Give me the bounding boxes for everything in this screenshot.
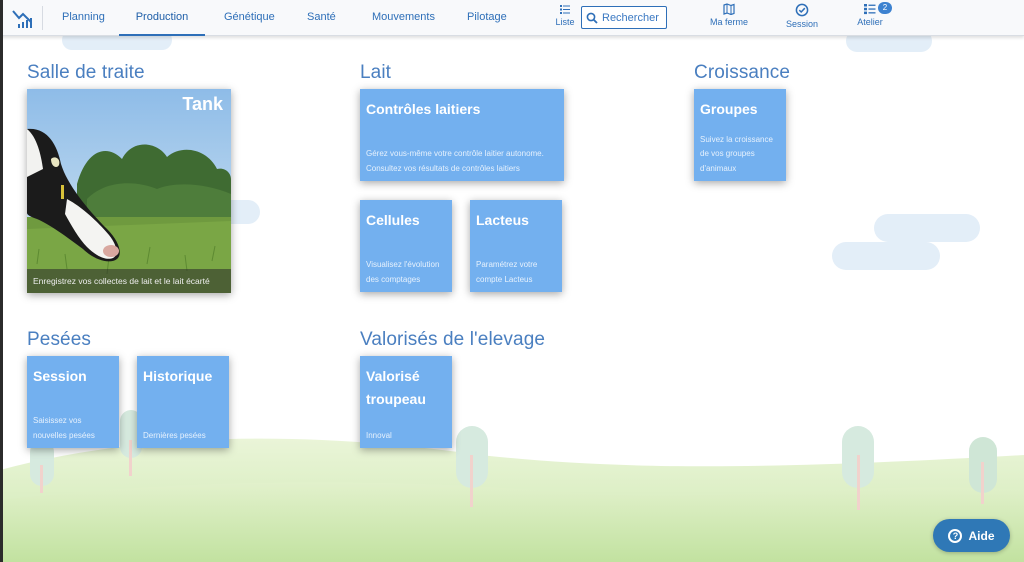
tab-mouvements[interactable]: Mouvements [372, 0, 435, 36]
historique-title: Historique [143, 368, 213, 384]
help-label: Aide [968, 528, 995, 543]
controles-laitiers-description: Gérez vous-même votre contrôle laitier a… [366, 149, 544, 173]
cellules-card[interactable]: Cellules Visualisez l'évolution des comp… [360, 200, 452, 292]
session-pesees-card[interactable]: Session Saisissez vos nouvelles pesées [27, 356, 119, 448]
session-button[interactable]: Session [783, 3, 821, 29]
top-navigation-bar: Planning Production Génétique Santé Mouv… [0, 0, 1024, 36]
cow-grazing-image [27, 89, 231, 293]
help-button[interactable]: ? Aide [933, 519, 1010, 552]
cellules-description: Visualisez l'évolution des comptages [366, 260, 440, 284]
atelier-count-badge: 2 [878, 2, 892, 14]
window-frame [0, 0, 3, 562]
section-title-lait: Lait [360, 62, 392, 83]
tab-pilotage[interactable]: Pilotage [467, 0, 507, 36]
lacteus-card[interactable]: Lacteus Paramétrez votre compte Lacteus [470, 200, 562, 292]
cellules-title: Cellules [366, 212, 420, 228]
help-question-icon: ? [948, 528, 963, 543]
ma-ferme-button[interactable]: Ma ferme [706, 3, 752, 27]
groupes-description: Suivez la croissance de vos groupes d'an… [700, 134, 773, 173]
map-icon [723, 3, 735, 15]
list-icon [560, 5, 570, 14]
section-title-croissance: Croissance [694, 62, 791, 83]
session-check-icon [795, 3, 809, 17]
session-pesees-title: Session [33, 368, 87, 384]
valorise-troupeau-description: Innoval [366, 430, 392, 440]
groupes-card[interactable]: Groupes Suivez la croissance de vos grou… [694, 89, 786, 181]
session-pesees-description: Saisissez vos nouvelles pesées [33, 416, 95, 440]
ma-ferme-label: Ma ferme [709, 17, 748, 27]
section-title-pesees: Pesées [27, 329, 91, 350]
section-title-valorises: Valorisés de l'elevage [360, 329, 546, 350]
logo-divider [42, 6, 43, 30]
app-logo-icon[interactable] [10, 6, 34, 30]
search-input[interactable] [602, 11, 664, 24]
tank-card-title: Tank [182, 94, 223, 114]
atelier-label: Atelier [857, 17, 883, 27]
valorise-troupeau-card[interactable]: Valorisé troupeau Innoval [360, 356, 452, 448]
historique-description: Dernières pesées [143, 430, 206, 440]
valorise-troupeau-title: Valorisé troupeau [366, 368, 426, 407]
groupes-title: Groupes [700, 101, 758, 117]
lacteus-title: Lacteus [476, 212, 529, 228]
session-label: Session [785, 19, 819, 29]
tank-card[interactable]: Tank Enregistrez vos collectes de lait e… [27, 89, 231, 293]
liste-label: Liste [555, 17, 575, 27]
search-icon [586, 12, 598, 24]
tab-genetique[interactable]: Génétique [224, 0, 275, 36]
historique-card[interactable]: Historique Dernières pesées [137, 356, 229, 448]
tab-planning[interactable]: Planning [62, 0, 105, 36]
lacteus-description: Paramétrez votre compte Lacteus [476, 260, 538, 284]
tab-production[interactable]: Production [119, 0, 205, 36]
liste-button[interactable]: Liste [553, 3, 577, 27]
search-box[interactable] [581, 6, 667, 29]
controles-laitiers-card[interactable]: Contrôles laitiers Gérez vous-même votre… [360, 89, 564, 181]
atelier-list-icon [864, 4, 876, 15]
controles-laitiers-title: Contrôles laitiers [366, 101, 481, 117]
section-title-salle-de-traite: Salle de traite [27, 62, 145, 83]
tank-card-description: Enregistrez vos collectes de lait et le … [27, 269, 231, 293]
tab-sante[interactable]: Santé [307, 0, 336, 36]
